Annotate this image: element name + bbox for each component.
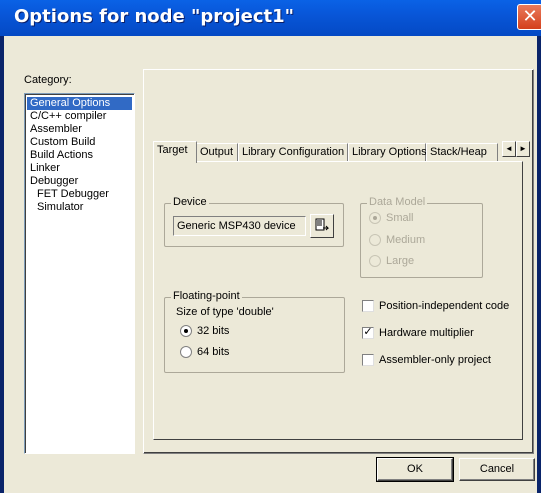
- radio-icon: [369, 234, 381, 247]
- hardware-multiplier-checkbox[interactable]: ✓ Hardware multiplier: [362, 327, 474, 341]
- position-independent-checkbox[interactable]: Position-independent code: [362, 300, 509, 314]
- tab-target[interactable]: Target: [153, 141, 197, 163]
- category-item-debugger[interactable]: Debugger: [27, 175, 80, 188]
- floating-point-group-title: Floating-point: [171, 290, 242, 302]
- radio-label: Medium: [386, 234, 426, 247]
- checkbox-label: Assembler-only project: [379, 354, 491, 367]
- checkbox-label: Hardware multiplier: [379, 327, 474, 340]
- tab-output[interactable]: Output: [196, 143, 238, 162]
- category-item-assembler[interactable]: Assembler: [27, 123, 84, 136]
- ok-button[interactable]: OK: [376, 457, 454, 482]
- radio-icon: [180, 325, 192, 338]
- tab-library-configuration[interactable]: Library Configuration: [238, 143, 348, 162]
- cancel-button[interactable]: Cancel: [459, 458, 535, 481]
- data-model-large-radio[interactable]: Large: [369, 255, 414, 269]
- category-item-fet-debugger[interactable]: FET Debugger: [34, 188, 111, 201]
- data-model-small-radio[interactable]: Small: [369, 212, 414, 226]
- double-size-label: Size of type 'double': [176, 306, 274, 318]
- category-item-build-actions[interactable]: Build Actions: [27, 149, 95, 162]
- checkmark-icon: ✓: [362, 326, 374, 340]
- device-group-title: Device: [171, 196, 209, 208]
- radio-icon: [369, 255, 381, 268]
- category-item-simulator[interactable]: Simulator: [34, 201, 85, 214]
- category-item-general-options[interactable]: General Options: [27, 97, 132, 110]
- radio-label: 64 bits: [197, 346, 230, 359]
- tab-scroll-left-icon[interactable]: ◄: [502, 141, 516, 157]
- fp-64-bits-radio[interactable]: 64 bits: [180, 346, 229, 360]
- checkbox-label: Position-independent code: [379, 300, 510, 313]
- close-icon: ✕: [522, 6, 538, 26]
- title-bar[interactable]: Options for node "project1" ✕: [0, 0, 541, 36]
- category-item-custom-build[interactable]: Custom Build: [27, 136, 97, 149]
- device-browse-icon: [315, 218, 330, 231]
- data-model-medium-radio[interactable]: Medium: [369, 234, 425, 248]
- category-list[interactable]: General Options C/C++ compiler Assembler…: [24, 93, 135, 454]
- category-item-cpp-compiler[interactable]: C/C++ compiler: [27, 110, 108, 123]
- window-title: Options for node "project1": [14, 6, 295, 27]
- category-item-linker[interactable]: Linker: [27, 162, 62, 175]
- tab-scroll-right-icon[interactable]: ►: [516, 141, 530, 157]
- fp-32-bits-radio[interactable]: 32 bits: [180, 325, 229, 339]
- data-model-group-title: Data Model: [367, 196, 428, 208]
- radio-label: Small: [386, 212, 414, 225]
- tab-stack-heap[interactable]: Stack/Heap: [426, 143, 498, 162]
- radio-icon: [369, 212, 381, 225]
- checkbox-icon: [362, 300, 374, 313]
- radio-label: 32 bits: [197, 325, 230, 338]
- checkbox-icon: [362, 354, 374, 367]
- assembler-only-checkbox[interactable]: Assembler-only project: [362, 354, 491, 368]
- close-button[interactable]: ✕: [517, 4, 541, 30]
- category-label: Category:: [24, 74, 72, 86]
- radio-label: Large: [386, 255, 415, 268]
- tab-library-options[interactable]: Library Options: [348, 143, 427, 162]
- select-device-button[interactable]: [310, 214, 334, 238]
- device-field: Generic MSP430 device: [173, 216, 306, 236]
- radio-icon: [180, 346, 192, 359]
